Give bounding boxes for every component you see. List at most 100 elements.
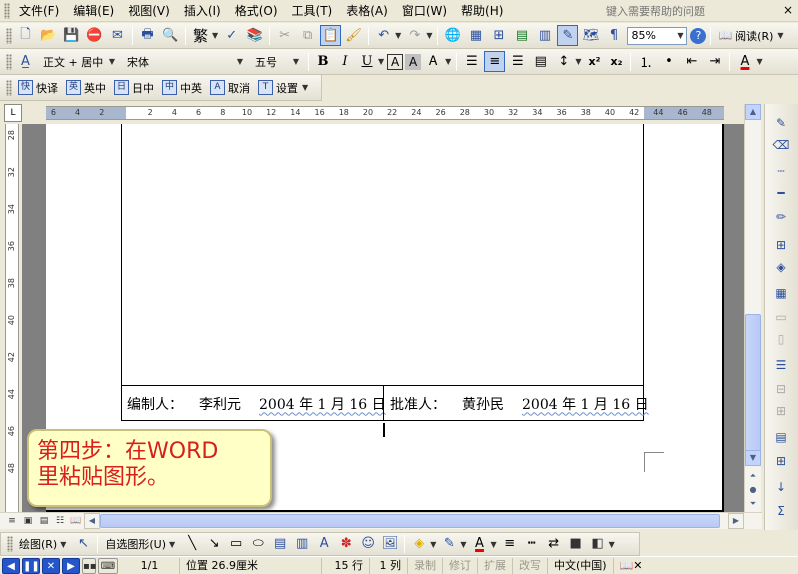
hyperlink-icon[interactable]: 🌐 — [442, 25, 463, 46]
menu-insert[interactable]: 插入(I) — [177, 1, 228, 21]
justify-icon[interactable]: ☰ — [461, 51, 482, 72]
draw-menu-button[interactable]: 绘图(R) ▼ — [15, 534, 72, 554]
menu-window[interactable]: 窗口(W) — [395, 1, 454, 21]
rewind-icon[interactable]: ◀ — [2, 557, 20, 574]
document-map-icon[interactable]: 🗺 — [580, 25, 601, 46]
chevron-down-icon[interactable]: ▼ — [491, 540, 497, 549]
insert-table-icon[interactable]: ▦ — [771, 284, 791, 302]
print-layout-icon[interactable]: ▤ — [38, 515, 50, 527]
format-painter-icon[interactable]: 🖌 — [343, 25, 364, 46]
char-border-button[interactable]: A — [387, 53, 404, 70]
paste-icon[interactable]: 📋 — [320, 25, 342, 46]
stop-icon[interactable]: ✕ — [42, 557, 60, 574]
autosum-icon[interactable]: Σ — [771, 502, 791, 520]
autoshapes-button[interactable]: 自选图形(U) ▼ — [101, 534, 181, 554]
eraser-icon[interactable]: ⌫ — [771, 136, 791, 154]
numbering-icon[interactable]: ⒈ — [635, 51, 656, 72]
tables-borders-icon[interactable]: ▦ — [465, 25, 486, 46]
horizontal-ruler[interactable]: 6 4 2 2 4 6 8 10 12 14 16 18 20 22 24 26 28 30 32 34 36 38 40 4… — [46, 106, 724, 120]
horizontal-scrollbar[interactable]: ≡ ▣ ▤ ☷ 📖 ◀ ▶ — [0, 512, 762, 529]
tab-selector[interactable]: L — [4, 104, 22, 122]
bold-button[interactable]: B — [313, 52, 333, 72]
insert-excel-icon[interactable]: ▤ — [511, 25, 532, 46]
shadow-style-icon[interactable]: ■ — [566, 534, 586, 554]
cancel-translate-button[interactable]: A 取消 — [206, 78, 254, 98]
vertical-text-box-icon[interactable]: ▥ — [292, 534, 312, 554]
text-box-icon[interactable]: ▤ — [270, 534, 290, 554]
wordart-icon[interactable]: A — [314, 534, 334, 554]
scroll-right-icon[interactable]: ▶ — [728, 513, 744, 529]
line-color-icon[interactable]: ✎ — [439, 534, 459, 554]
menu-file[interactable]: 文件(F) — [12, 1, 66, 21]
split-cells-icon[interactable]: ▯ — [771, 330, 791, 348]
toolbar-grip[interactable] — [6, 53, 12, 70]
horizontal-scroll-thumb[interactable] — [100, 514, 720, 528]
char-shading-button[interactable]: A — [405, 53, 422, 70]
line-weight-icon[interactable]: ━ — [771, 184, 791, 202]
change-text-direction-icon[interactable]: ⊞ — [771, 452, 791, 470]
increase-indent-icon[interactable]: ⇥ — [704, 51, 725, 72]
diagram-icon[interactable]: ✽ — [336, 534, 356, 554]
zoom-select[interactable]: 85% ▼ — [627, 26, 688, 45]
status-record[interactable]: 录制 — [408, 557, 443, 574]
status-overtype[interactable]: 改写 — [513, 557, 548, 574]
chevron-down-icon[interactable]: ▼ — [445, 57, 451, 66]
step-icon[interactable]: ▪▪ — [82, 557, 97, 574]
next-page-icon[interactable]: ⏷ — [745, 496, 761, 512]
toolbar-grip[interactable] — [7, 536, 13, 552]
merge-cells-icon[interactable]: ▭ — [771, 308, 791, 326]
menu-help[interactable]: 帮助(H) — [454, 1, 510, 21]
font-select[interactable]: 宋体 ▼ — [123, 53, 247, 71]
undo-icon[interactable]: ↶ — [373, 25, 394, 46]
help-icon[interactable]: ? — [690, 27, 707, 44]
signature-cell-right[interactable]: 批准人： 黄孙民 2004 年 1 月 16 日 — [383, 386, 649, 421]
chevron-down-icon[interactable]: ▼ — [777, 31, 783, 40]
toolbar-grip[interactable] — [6, 79, 12, 96]
line-style-icon[interactable]: ┄ — [771, 162, 791, 180]
status-track-changes[interactable]: 修订 — [443, 557, 478, 574]
chevron-down-icon[interactable]: ▼ — [212, 31, 218, 40]
align-cell-icon[interactable]: ☰ — [771, 356, 791, 374]
web-layout-icon[interactable]: ▣ — [22, 515, 34, 527]
research-icon[interactable]: 📚 — [244, 25, 265, 46]
shading-color-icon[interactable]: ◈ — [771, 258, 791, 276]
signature-row[interactable]: 编制人： 李利元 2004 年 1 月 16 日 批准人： 黄孙民 2004 年… — [121, 385, 649, 421]
decrease-indent-icon[interactable]: ⇤ — [681, 51, 702, 72]
sort-ascending-icon[interactable]: ↓ — [771, 478, 791, 496]
chevron-down-icon[interactable]: ▼ — [756, 57, 762, 66]
menu-grip[interactable] — [4, 2, 10, 19]
outline-view-icon[interactable]: ☷ — [54, 515, 66, 527]
normal-view-icon[interactable]: ≡ — [6, 515, 18, 527]
align-center-icon[interactable]: ≡ — [484, 51, 506, 72]
borders-icon[interactable]: ⊞ — [771, 236, 791, 254]
line-style-icon[interactable]: ≡ — [500, 534, 520, 554]
spelling-status-icon[interactable]: 📖✕ — [614, 558, 649, 574]
chevron-down-icon[interactable]: ▼ — [302, 83, 308, 92]
email-icon[interactable]: ✉ — [107, 25, 128, 46]
table-autoformat-icon[interactable]: ▤ — [771, 428, 791, 446]
draw-table-icon[interactable]: ✎ — [771, 114, 791, 132]
show-hide-icon[interactable]: ¶ — [603, 25, 624, 46]
vertical-ruler[interactable]: 28 32 34 36 38 40 42 44 46 48 — [5, 124, 19, 512]
line-icon[interactable]: ╲ — [182, 534, 202, 554]
distributed-icon[interactable]: ▤ — [530, 51, 551, 72]
style-select[interactable]: 正文 + 居中 ▼ — [39, 53, 119, 71]
3d-style-icon[interactable]: ◧ — [588, 534, 608, 554]
chevron-down-icon[interactable]: ▼ — [426, 31, 432, 40]
save-icon[interactable]: 💾 — [61, 25, 82, 46]
menu-tools[interactable]: 工具(T) — [285, 1, 340, 21]
traditional-chinese-button[interactable]: 繁 — [190, 25, 211, 46]
arrow-style-icon[interactable]: ⇄ — [544, 534, 564, 554]
menu-table[interactable]: 表格(A) — [339, 1, 395, 21]
picture-icon[interactable]: 🖼 — [380, 534, 400, 554]
help-search-input[interactable] — [600, 2, 750, 20]
phonetic-guide-icon[interactable]: Ꭺ — [423, 51, 444, 72]
vertical-scrollbar[interactable]: ▲ ▼ ⏶ ● ⏷ — [744, 104, 761, 512]
bullets-icon[interactable]: • — [658, 51, 679, 72]
copy-icon[interactable]: ⧉ — [297, 25, 318, 46]
toolbar-grip[interactable] — [6, 27, 12, 44]
zh-en-button[interactable]: 中 中英 — [158, 78, 206, 98]
border-color-icon[interactable]: ✏ — [771, 208, 791, 226]
close-document-button[interactable]: × — [781, 3, 795, 17]
status-extend[interactable]: 扩展 — [478, 557, 513, 574]
